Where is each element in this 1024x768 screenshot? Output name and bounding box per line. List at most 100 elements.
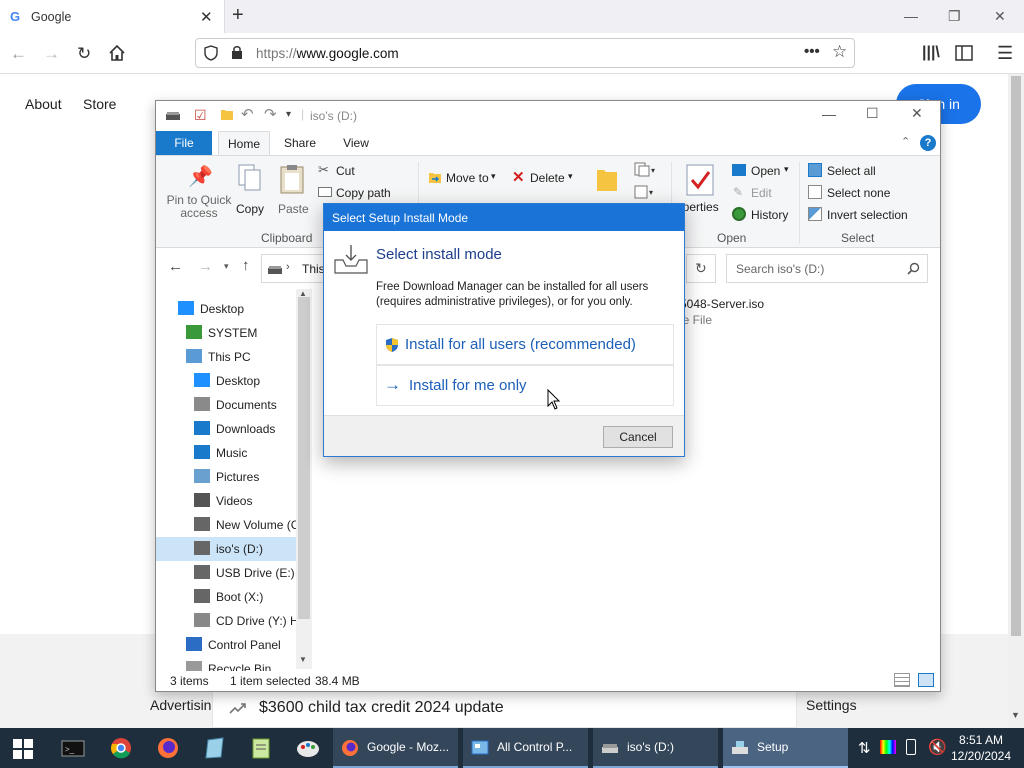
tree-item[interactable]: New Volume (C (156, 513, 296, 537)
tree-item[interactable]: Downloads (156, 417, 296, 441)
menu-icon[interactable]: ☰ (997, 43, 1013, 64)
taskbar-clock[interactable]: 8:51 AM 12/20/2024 (950, 732, 1012, 764)
tree-item[interactable]: Control Panel (156, 633, 296, 657)
chrome-icon[interactable] (105, 732, 137, 764)
forward-icon[interactable]: → (43, 44, 60, 64)
scroll-up-icon[interactable]: ▲ (299, 289, 307, 298)
tree-item[interactable]: Boot (X:) (156, 585, 296, 609)
edit-button[interactable]: ✎ Edit (732, 184, 792, 202)
recent-locations-icon[interactable]: ▾ (224, 261, 229, 272)
home-icon[interactable] (108, 44, 126, 62)
new-folder-button[interactable] (596, 164, 622, 198)
select-none-button[interactable]: Select none (808, 184, 898, 202)
cmd-icon[interactable]: >_ (57, 732, 89, 764)
qa-dropdown-icon[interactable]: ▾ (286, 109, 291, 120)
large-icons-view-icon[interactable] (918, 673, 934, 687)
refresh-button[interactable]: ↻ (686, 254, 716, 283)
navigation-scrollbar[interactable]: ▲ ▼ (296, 289, 312, 669)
tree-item[interactable]: SYSTEM (156, 321, 296, 345)
explorer-minimize-icon[interactable]: — (822, 106, 836, 122)
copy-path-button[interactable]: Copy path (316, 184, 400, 202)
sidebar-icon[interactable] (955, 45, 973, 61)
cancel-button[interactable]: Cancel (603, 426, 673, 448)
open-button[interactable]: Open ▾ (732, 162, 796, 180)
nav-forward-icon[interactable]: → (198, 258, 213, 275)
display-icon[interactable] (880, 740, 896, 754)
page-scrollbar[interactable]: ▼ (1008, 74, 1024, 728)
browser-tab[interactable]: G Google ✕ (0, 0, 225, 33)
tab-file[interactable]: File (156, 131, 212, 155)
scroll-down-icon[interactable]: ▼ (299, 655, 307, 664)
library-icon[interactable]: |||\ (922, 44, 940, 62)
reload-icon[interactable]: ↻ (77, 44, 91, 64)
start-windows-icon[interactable] (13, 739, 33, 759)
help-icon[interactable]: ? (920, 135, 936, 151)
file-item[interactable]: -5048-Server.iso ge File (676, 297, 876, 337)
copy-button[interactable]: Copy (234, 160, 266, 226)
tree-item[interactable]: iso's (D:) (156, 537, 296, 561)
tree-item[interactable]: Music (156, 441, 296, 465)
back-icon[interactable]: ← (10, 44, 27, 64)
new-tab-icon[interactable]: + (232, 4, 244, 27)
details-view-icon[interactable] (894, 673, 910, 687)
store-link[interactable]: Store (83, 96, 116, 112)
settings-link[interactable]: Settings (806, 697, 857, 713)
tab-share[interactable]: Share (278, 131, 322, 155)
navigation-scrollbar-thumb[interactable] (298, 297, 310, 619)
install-me-only-option[interactable]: → Install for me only (376, 365, 674, 406)
search-box[interactable]: Search iso's (D:) (726, 254, 928, 283)
easy-access-icon[interactable]: ▾ (634, 184, 656, 200)
nav-back-icon[interactable]: ← (168, 258, 183, 275)
invert-selection-button[interactable]: Invert selection (808, 206, 932, 224)
tree-item[interactable]: Videos (156, 489, 296, 513)
redo-icon[interactable]: ↷ (264, 105, 277, 123)
tree-item[interactable]: Desktop (156, 369, 296, 393)
pin-quick-access-button[interactable]: 📌 Pin to Quick access (162, 160, 236, 226)
move-to-button[interactable]: Move to ▾ (426, 168, 502, 188)
url-text[interactable]: https://www.google.com (256, 46, 399, 61)
network-icon[interactable]: ⇅ (858, 739, 871, 757)
tree-item[interactable]: Desktop (156, 297, 296, 321)
paint-icon[interactable] (292, 732, 324, 764)
properties-button[interactable]: operties (676, 164, 726, 226)
properties-qa-icon[interactable]: ☑ (194, 107, 207, 124)
delete-button[interactable]: ✕ Delete ▾ (510, 168, 580, 188)
trending-search-item[interactable]: $3600 child tax credit 2024 update (212, 690, 797, 728)
taskbar-firefox-button[interactable]: Google - Moz... (333, 728, 458, 768)
folder-qa-icon[interactable] (220, 107, 234, 121)
firefox-icon[interactable] (152, 732, 184, 764)
collapse-ribbon-icon[interactable]: ⌃ (901, 135, 910, 148)
taskbar-control-panel-button[interactable]: All Control P... (463, 728, 588, 768)
tab-home[interactable]: Home (218, 131, 270, 155)
history-button[interactable]: History (732, 206, 802, 224)
tree-item[interactable]: Documents (156, 393, 296, 417)
about-link[interactable]: About (25, 96, 62, 112)
advertising-link[interactable]: Advertisin (150, 697, 211, 713)
notepad-plus-icon[interactable] (245, 732, 277, 764)
cut-button[interactable]: ✂ Cut (316, 162, 396, 180)
lock-icon[interactable] (231, 45, 243, 60)
close-window-icon[interactable]: ✕ (994, 8, 1006, 25)
select-all-button[interactable]: Select all (808, 162, 884, 180)
minimize-icon[interactable]: — (904, 8, 918, 24)
nav-up-icon[interactable]: ↑ (242, 257, 250, 274)
page-scrollbar-thumb[interactable] (1011, 76, 1021, 636)
explorer-maximize-icon[interactable]: ☐ (866, 105, 879, 122)
new-item-icon[interactable]: ▾ (634, 162, 656, 178)
tree-item[interactable]: This PC (156, 345, 296, 369)
breadcrumb-this-pc[interactable]: This (302, 262, 325, 276)
taskbar-explorer-button[interactable]: iso's (D:) (593, 728, 718, 768)
page-actions-icon[interactable]: ••• (804, 43, 820, 60)
taskbar-setup-button[interactable]: Setup (723, 728, 848, 768)
tree-item[interactable]: Pictures (156, 465, 296, 489)
usb-icon[interactable] (906, 739, 916, 755)
tree-item[interactable]: USB Drive (E:) (156, 561, 296, 585)
bookmark-star-icon[interactable]: ☆ (832, 42, 847, 62)
restore-icon[interactable]: ❐ (948, 8, 961, 25)
scroll-down-icon[interactable]: ▼ (1011, 710, 1020, 720)
notepad-icon[interactable] (199, 732, 231, 764)
undo-icon[interactable]: ↶ (241, 105, 254, 123)
shield-icon[interactable] (204, 45, 218, 61)
tree-item[interactable]: CD Drive (Y:) H (156, 609, 296, 633)
tab-view[interactable]: View (334, 131, 378, 155)
